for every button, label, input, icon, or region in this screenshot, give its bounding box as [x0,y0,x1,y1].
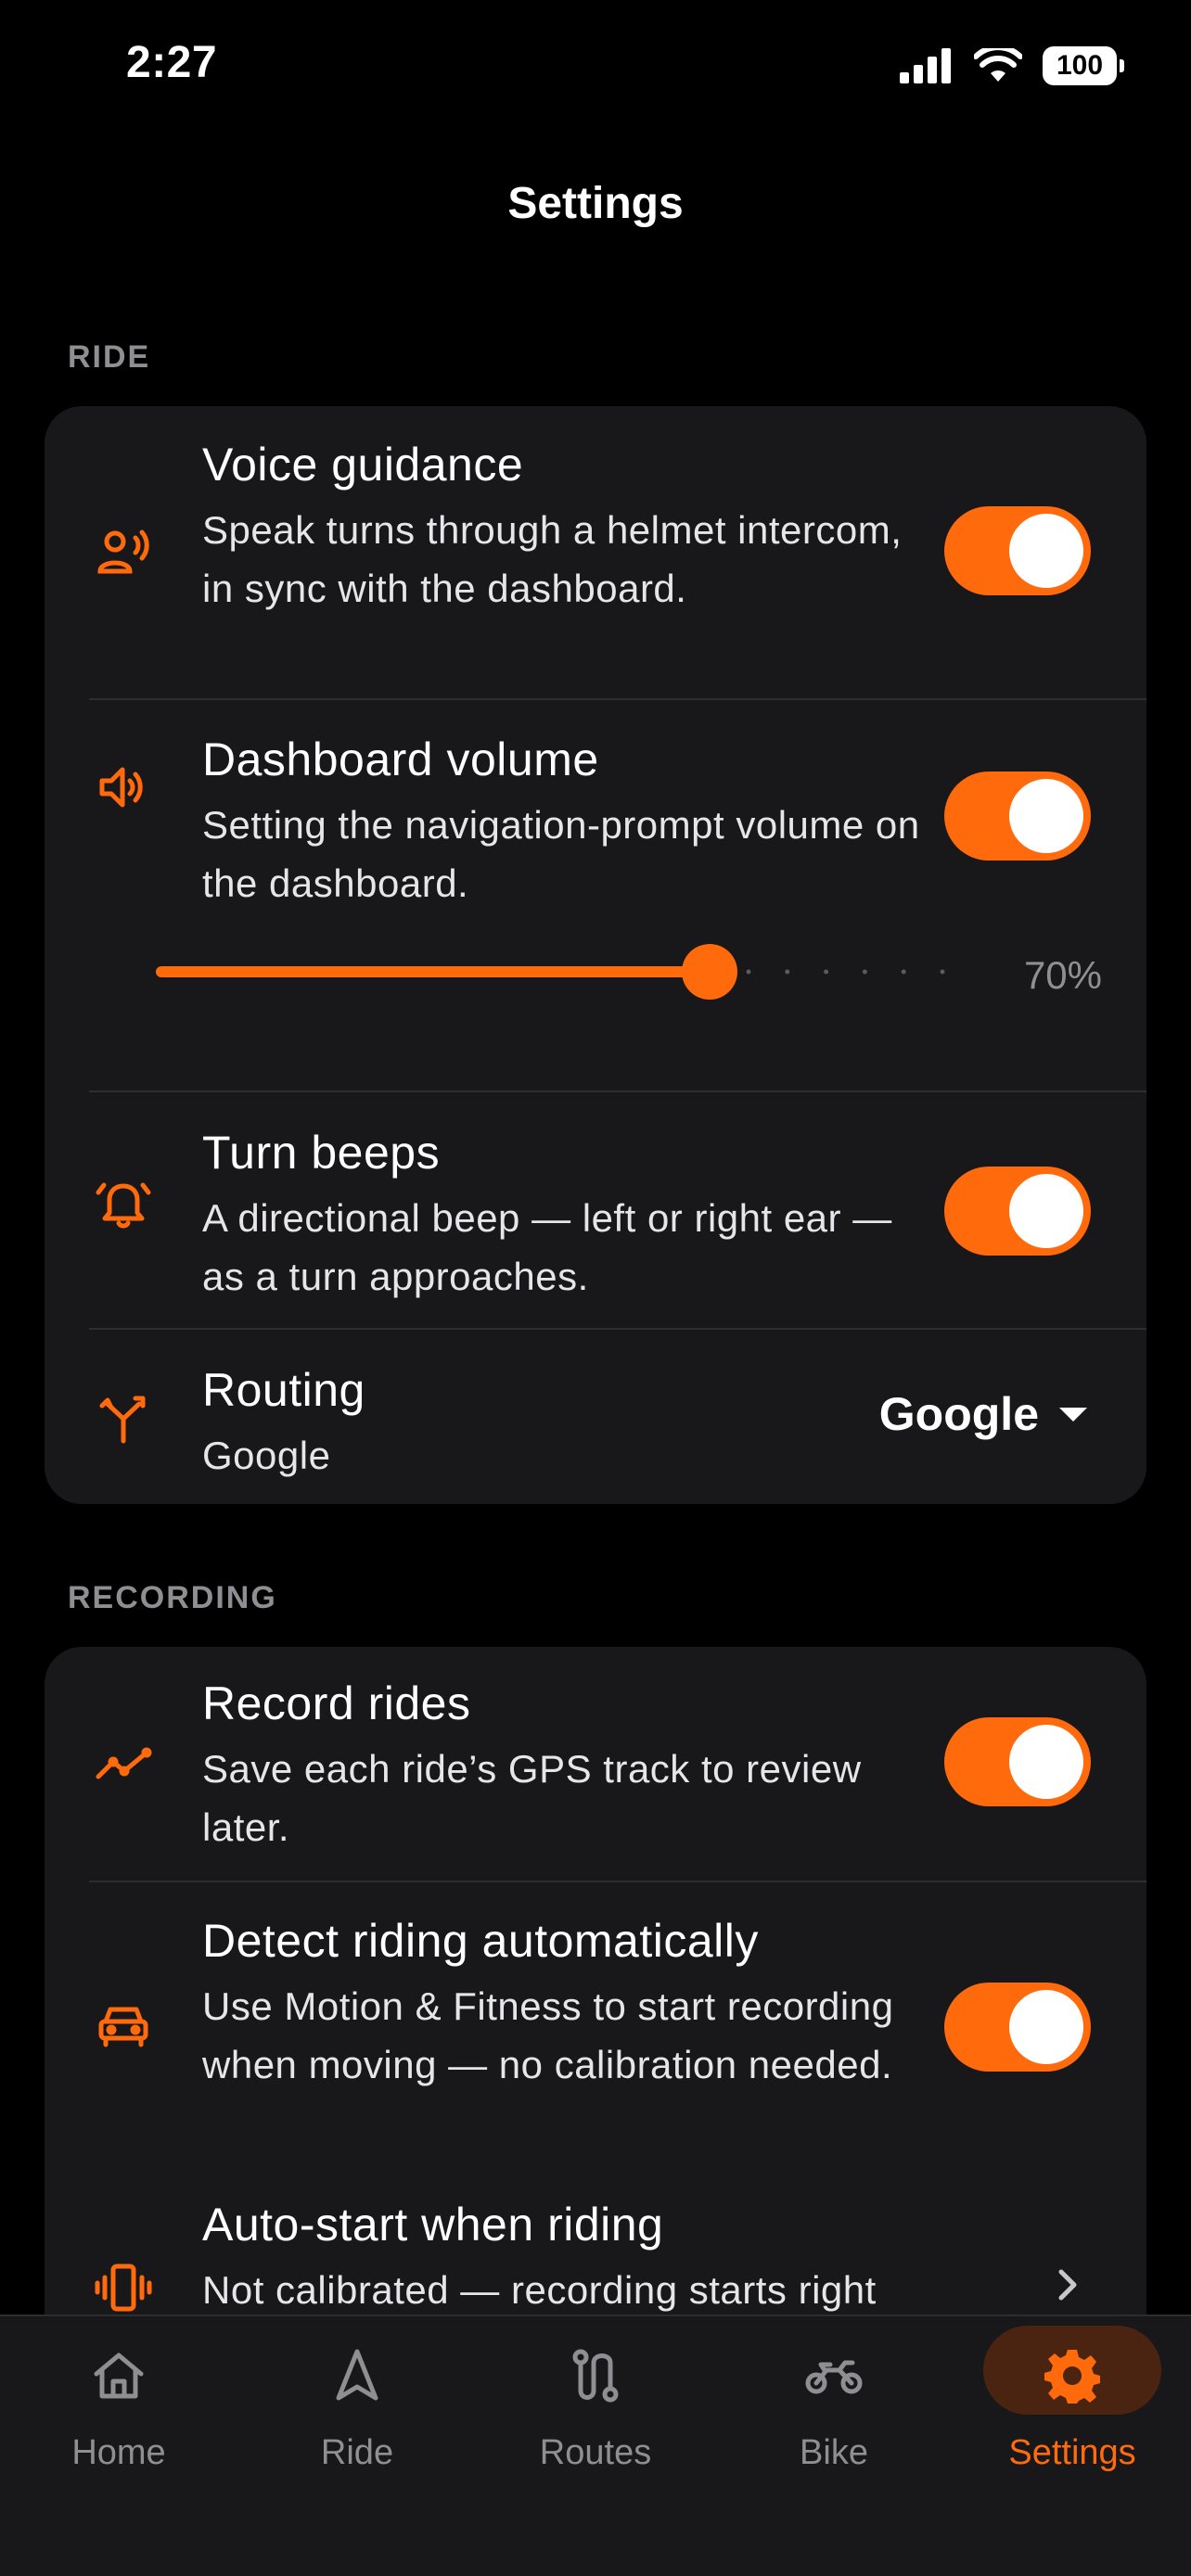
slider-tick [785,969,790,975]
gear-icon [1035,2339,1109,2413]
slider-tick [901,969,906,975]
tab-label: Routes [539,2433,652,2472]
section-header-ride: RIDE [68,339,151,375]
voice-guidance-row[interactable]: Voice guidance Speak turns through a hel… [45,406,1146,699]
voice-guidance-description: Speak turns through a helmet intercom, i… [202,508,903,610]
route-icon [558,2339,633,2413]
turn-beeps-row[interactable]: Turn beeps A directional beep — left or … [45,1092,1146,1328]
dashboard-volume-toggle[interactable] [944,772,1091,861]
page-title: Settings [507,179,684,228]
voice-guidance-toggle[interactable] [944,506,1091,595]
tab-bar: Home Ride Routes Bike Settings [0,2315,1191,2576]
wifi-icon [974,48,1022,82]
home-icon [82,2339,156,2413]
record-rides-toggle[interactable] [944,1717,1091,1806]
toggle-knob [1009,1990,1083,2064]
auto-start-description: Not calibrated — recording starts right [202,2268,877,2312]
dashboard-volume-title: Dashboard volume [202,733,599,785]
auto-start-title: Auto-start when riding [202,2199,664,2251]
slider-fill [156,966,711,977]
status-time: 2:27 [126,38,218,87]
vibrate-icon [91,2255,156,2320]
toggle-knob [1009,514,1083,588]
slider-tick [940,969,945,975]
turn-beeps-title: Turn beeps [202,1127,441,1179]
turn-beeps-description: A directional beep — left or right ear —… [202,1196,892,1298]
status-icons: 100 [900,46,1124,85]
detect-riding-description: Use Motion & Fitness to start recording … [202,1984,894,2086]
tab-label: Settings [1008,2433,1136,2472]
record-rides-row[interactable]: Record rides Save each ride’s GPS track … [45,1647,1146,1881]
tab-label: Home [71,2433,166,2472]
toggle-knob [1009,779,1083,853]
routing-dropdown[interactable]: Google [879,1387,1087,1441]
tab-routes[interactable]: Routes [477,2316,714,2502]
tab-label: Ride [320,2433,394,2472]
slider-tick [746,969,751,975]
detect-riding-toggle[interactable] [944,1983,1091,2072]
record-rides-description: Save each ride’s GPS track to review lat… [202,1747,862,1849]
slider-thumb[interactable] [682,944,738,1000]
speaker-icon [91,755,156,820]
car-icon [91,1992,156,2057]
turn-beeps-toggle[interactable] [944,1167,1091,1256]
routing-subtitle: Google [202,1434,331,1477]
tab-ride[interactable]: Ride [238,2316,476,2502]
routing-dropdown-value: Google [878,1388,1039,1440]
routing-title: Routing [202,1364,365,1416]
navigation-arrow-icon [320,2339,394,2413]
voice-guidance-title: Voice guidance [202,439,524,491]
fork-icon [91,1384,156,1448]
voice-icon [91,519,156,584]
volume-slider[interactable] [156,944,954,1000]
slider-tick [824,969,829,975]
chevron-right-icon [1058,2269,1077,2301]
status-bar: 2:27 100 [0,0,1191,139]
tab-home[interactable]: Home [0,2316,237,2502]
slider-tick [862,969,867,975]
record-rides-title: Record rides [202,1677,471,1729]
cellular-signal-icon [900,48,951,83]
caret-down-icon [1059,1407,1087,1422]
section-header-recording: RECORDING [68,1580,277,1615]
bell-icon [91,1170,156,1235]
routing-row[interactable]: Routing Google Google [45,1330,1146,1504]
detect-riding-title: Detect riding automatically [202,1915,759,1967]
toggle-knob [1009,1174,1083,1248]
tab-settings[interactable]: Settings [954,2316,1191,2502]
trend-icon [91,1732,156,1797]
tab-label: Bike [800,2433,868,2472]
detect-riding-row[interactable]: Detect riding automatically Use Motion &… [45,1882,1146,2174]
dashboard-volume-description: Setting the navigation-prompt volume on … [202,803,920,905]
toggle-knob [1009,1725,1083,1799]
motorcycle-icon [797,2339,871,2413]
volume-value: 70% [1023,953,1102,997]
dashboard-volume-row: Dashboard volume Setting the navigation-… [45,701,1146,1092]
ride-settings-card: Voice guidance Speak turns through a hel… [45,406,1146,1504]
divider [89,698,1146,700]
recording-settings-card: Record rides Save each ride’s GPS track … [45,1647,1146,2352]
battery-indicator: 100 [1043,46,1124,85]
tab-bike[interactable]: Bike [715,2316,953,2502]
